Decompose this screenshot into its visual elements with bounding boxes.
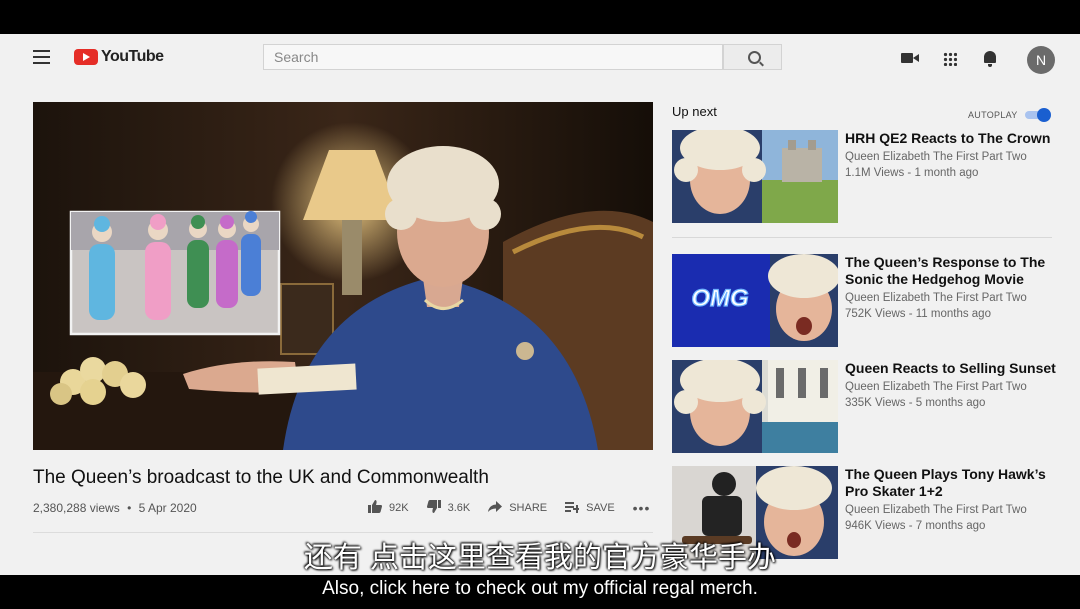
- like-button[interactable]: 92K: [368, 500, 409, 516]
- video-player[interactable]: [33, 102, 653, 450]
- recommended-channel[interactable]: Queen Elizabeth The First Part Two: [845, 149, 1060, 165]
- view-count: 2,380,288 views: [33, 501, 120, 515]
- hamburger-menu-icon[interactable]: [33, 50, 50, 64]
- subtitle-english: Also, click here to check out my officia…: [322, 578, 758, 599]
- video-thumbnail[interactable]: [672, 360, 838, 453]
- video-actions: 92K 3.6K SHARE SAVE •••: [368, 500, 650, 516]
- apps-grid-icon[interactable]: [943, 52, 957, 66]
- save-label: SAVE: [586, 502, 615, 514]
- recommended-info: HRH QE2 Reacts to The Crown Queen Elizab…: [845, 130, 1060, 181]
- more-options-icon[interactable]: •••: [633, 500, 651, 516]
- thumbs-down-icon: [426, 500, 441, 516]
- recommended-info: The Queen Plays Tony Hawk’s Pro Skater 1…: [845, 466, 1060, 534]
- youtube-logo[interactable]: YouTube: [74, 48, 164, 66]
- logo-text: YouTube: [101, 48, 164, 65]
- video-frame: [33, 102, 653, 450]
- share-arrow-icon: [488, 500, 503, 516]
- recommended-meta: 946K Views - 7 months ago: [845, 520, 986, 532]
- video-stats: 2,380,288 views • 5 Apr 2020: [33, 501, 197, 515]
- notifications-bell-icon[interactable]: [984, 51, 996, 67]
- recommended-info: The Queen’s Response to The Sonic the He…: [845, 254, 1060, 322]
- up-next-label: Up next: [672, 104, 717, 119]
- subtitle-chinese: 还有 点击这里查看我的官方豪华手办: [303, 542, 777, 574]
- recommended-meta: 1.1M Views - 1 month ago: [845, 167, 979, 179]
- top-bar: YouTube N: [0, 34, 1080, 86]
- autoplay-label: AUTOPLAY: [968, 110, 1018, 120]
- search-button[interactable]: [723, 44, 782, 70]
- recommended-title[interactable]: Queen Reacts to Selling Sunset: [845, 360, 1060, 377]
- recommended-meta: 752K Views - 11 months ago: [845, 308, 991, 320]
- avatar[interactable]: N: [1027, 46, 1055, 74]
- thumbs-up-icon: [368, 500, 382, 516]
- video-thumbnail[interactable]: OMG: [672, 254, 838, 347]
- sidebar-separator: [672, 237, 1052, 238]
- upload-date: 5 Apr 2020: [138, 501, 197, 515]
- recommended-title[interactable]: The Queen’s Response to The Sonic the He…: [845, 254, 1060, 288]
- video-title: The Queen’s broadcast to the UK and Comm…: [33, 467, 489, 488]
- create-video-icon[interactable]: [901, 53, 919, 63]
- omg-thumbnail-text: OMG: [691, 285, 748, 312]
- youtube-screen: YouTube N: [0, 34, 1080, 575]
- recommended-info: Queen Reacts to Selling Sunset Queen Eli…: [845, 360, 1060, 411]
- youtube-play-icon: [74, 49, 98, 65]
- search-input[interactable]: [264, 45, 724, 69]
- save-button[interactable]: SAVE: [565, 501, 615, 516]
- add-to-playlist-icon: [565, 501, 582, 516]
- share-label: SHARE: [509, 502, 548, 514]
- video-thumbnail[interactable]: [672, 130, 838, 223]
- dislike-button[interactable]: 3.6K: [426, 500, 471, 516]
- search-icon: [748, 51, 761, 64]
- dislike-count: 3.6K: [447, 502, 471, 514]
- share-button[interactable]: SHARE: [488, 500, 548, 516]
- stats-separator: •: [127, 501, 132, 515]
- like-count: 92K: [389, 502, 409, 514]
- recommended-channel[interactable]: Queen Elizabeth The First Part Two: [845, 502, 1060, 518]
- search-box: [263, 44, 724, 70]
- autoplay-toggle[interactable]: [1023, 108, 1051, 122]
- recommended-channel[interactable]: Queen Elizabeth The First Part Two: [845, 379, 1060, 395]
- recommended-meta: 335K Views - 5 months ago: [845, 397, 986, 409]
- recommended-title[interactable]: The Queen Plays Tony Hawk’s Pro Skater 1…: [845, 466, 1060, 500]
- divider: [33, 532, 653, 533]
- recommended-channel[interactable]: Queen Elizabeth The First Part Two: [845, 290, 1060, 306]
- recommended-title[interactable]: HRH QE2 Reacts to The Crown: [845, 130, 1060, 147]
